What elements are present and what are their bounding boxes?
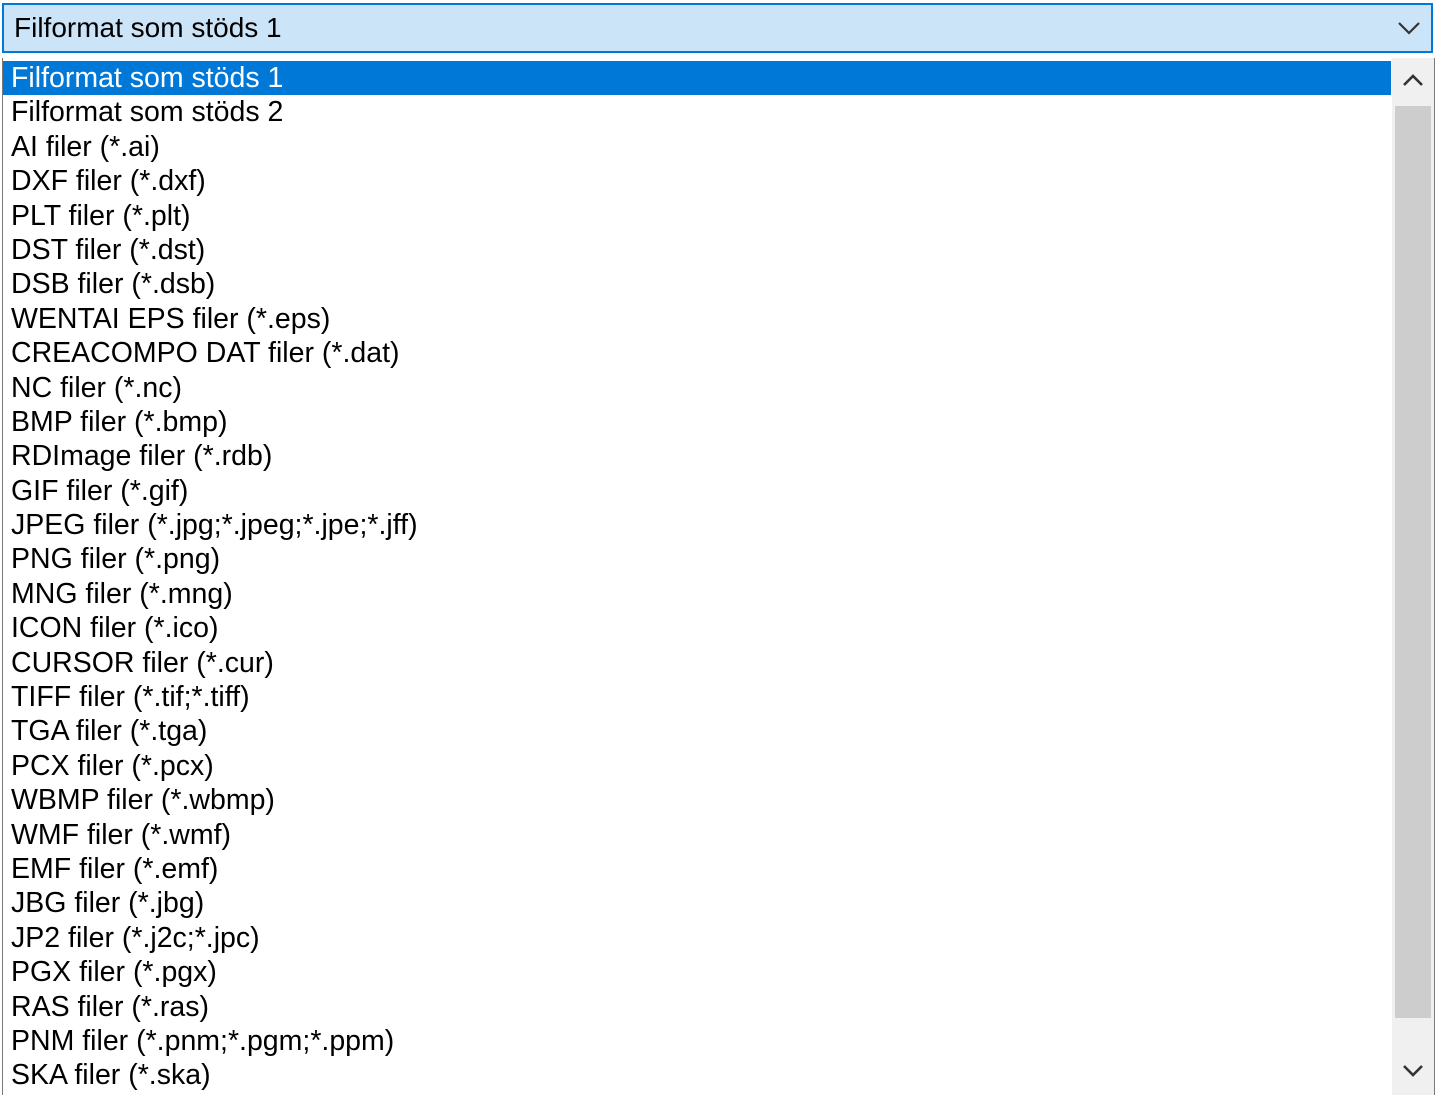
scroll-thumb[interactable] xyxy=(1395,106,1431,1018)
file-format-dropdown-list: Filformat som stöds 1 Filformat som stöds… xyxy=(2,58,1435,1095)
scroll-down-button[interactable] xyxy=(1392,1049,1434,1095)
list-item[interactable]: PLT filer (*.plt) xyxy=(3,199,1391,233)
list-item[interactable]: RAS filer (*.ras) xyxy=(3,990,1391,1024)
list-item[interactable]: CURSOR filer (*.cur) xyxy=(3,646,1391,680)
chevron-down-icon[interactable] xyxy=(1397,18,1421,38)
list-item[interactable]: RDImage filer (*.rdb) xyxy=(3,439,1391,473)
file-format-combobox[interactable]: Filformat som stöds 1 xyxy=(2,3,1433,53)
chevron-up-icon xyxy=(1403,74,1423,86)
list-item[interactable]: PGX filer (*.pgx) xyxy=(3,955,1391,989)
list-item[interactable]: JP2 filer (*.j2c;*.jpc) xyxy=(3,921,1391,955)
list-item[interactable]: DSB filer (*.dsb) xyxy=(3,267,1391,301)
list-item[interactable]: SKA filer (*.ska) xyxy=(3,1058,1391,1092)
list-item[interactable]: BMP filer (*.bmp) xyxy=(3,405,1391,439)
list-item[interactable]: GIF filer (*.gif) xyxy=(3,474,1391,508)
chevron-down-icon xyxy=(1403,1065,1423,1077)
list-item[interactable]: WENTAI EPS filer (*.eps) xyxy=(3,302,1391,336)
vertical-scrollbar[interactable] xyxy=(1392,58,1434,1095)
list-item[interactable]: PNM filer (*.pnm;*.pgm;*.ppm) xyxy=(3,1024,1391,1058)
list-item[interactable]: Filformat som stöds 1 xyxy=(3,61,1391,96)
list-item[interactable]: MNG filer (*.mng) xyxy=(3,577,1391,611)
list-item[interactable]: TGA filer (*.tga) xyxy=(3,714,1391,748)
list-item[interactable]: WBMP filer (*.wbmp) xyxy=(3,783,1391,817)
list-item[interactable]: EMF filer (*.emf) xyxy=(3,852,1391,886)
list-item[interactable]: DST filer (*.dst) xyxy=(3,233,1391,267)
combo-selected-value: Filformat som stöds 1 xyxy=(14,12,282,43)
scroll-up-button[interactable] xyxy=(1392,58,1434,104)
list-item[interactable]: JBG filer (*.jbg) xyxy=(3,886,1391,920)
list-item[interactable]: PNG filer (*.png) xyxy=(3,542,1391,576)
list-item[interactable]: NC filer (*.nc) xyxy=(3,371,1391,405)
list-item[interactable]: PCX filer (*.pcx) xyxy=(3,749,1391,783)
list-item[interactable]: JPEG filer (*.jpg;*.jpeg;*.jpe;*.jff) xyxy=(3,508,1391,542)
list-item[interactable]: WMF filer (*.wmf) xyxy=(3,818,1391,852)
format-options: Filformat som stöds 1 Filformat som stöds… xyxy=(3,61,1391,1093)
list-item[interactable]: TIFF filer (*.tif;*.tiff) xyxy=(3,680,1391,714)
list-item[interactable]: Filformat som stöds 2 xyxy=(3,95,1391,129)
list-item[interactable]: DXF filer (*.dxf) xyxy=(3,164,1391,198)
list-item[interactable]: CREACOMPO DAT filer (*.dat) xyxy=(3,336,1391,370)
list-item[interactable]: AI filer (*.ai) xyxy=(3,130,1391,164)
list-item[interactable]: ICON filer (*.ico) xyxy=(3,611,1391,645)
